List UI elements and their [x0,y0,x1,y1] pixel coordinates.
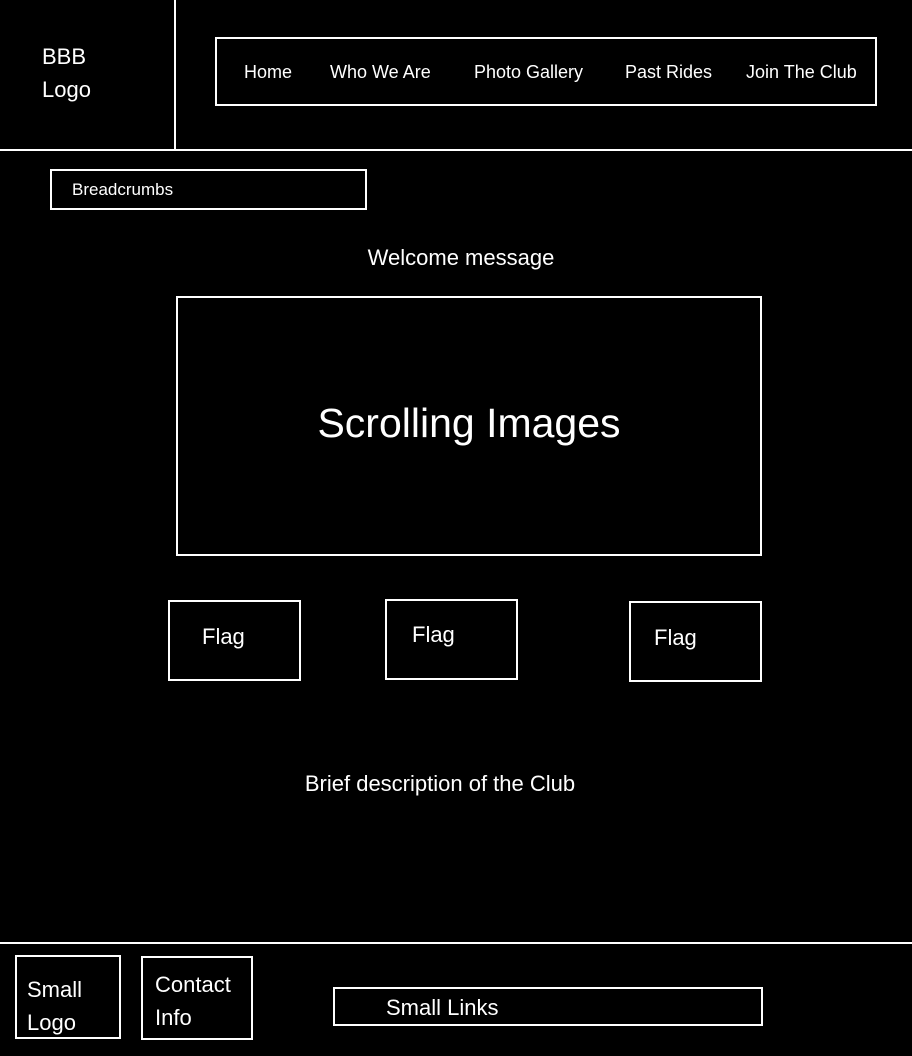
breadcrumb[interactable]: Breadcrumbs [50,169,367,210]
club-description: Brief description of the Club [304,771,576,796]
footer-contact-info[interactable]: Contact Info [141,956,253,1040]
header-divider-vertical [174,0,176,151]
flag-label: Flag [412,622,455,647]
site-logo[interactable]: BBB Logo [42,40,91,106]
welcome-message: Welcome message [367,245,555,270]
flag-2[interactable]: Flag [385,599,518,680]
main-nav: Home Who We Are Photo Gallery Past Rides… [215,37,877,106]
flag-1[interactable]: Flag [168,600,301,681]
flag-3[interactable]: Flag [629,601,762,682]
nav-home[interactable]: Home [244,61,292,83]
footer-divider [0,942,912,944]
image-carousel-label: Scrolling Images [317,400,621,446]
footer-small-logo[interactable]: Small Logo [15,955,121,1039]
nav-photo-gallery[interactable]: Photo Gallery [474,61,583,83]
nav-who-we-are[interactable]: Who We Are [330,61,431,83]
image-carousel[interactable]: Scrolling Images [176,296,762,556]
footer-small-links[interactable]: Small Links [333,987,763,1026]
footer-contact-info-label: Contact Info [155,972,231,1030]
nav-past-rides[interactable]: Past Rides [625,61,712,83]
flag-label: Flag [654,625,697,650]
header-divider-horizontal [0,149,912,151]
nav-join-the-club[interactable]: Join The Club [746,61,857,83]
footer-small-logo-label: Small Logo [27,977,83,1035]
flag-label: Flag [202,624,245,649]
footer-small-links-label: Small Links [386,995,499,1020]
breadcrumb-label: Breadcrumbs [72,180,174,199]
